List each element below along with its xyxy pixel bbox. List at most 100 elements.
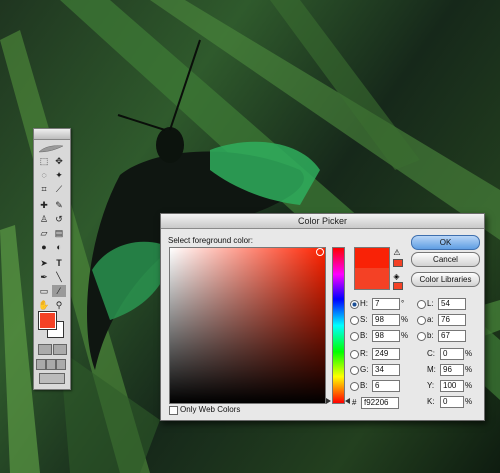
- screen-mode-full-menu-icon[interactable]: [46, 359, 56, 370]
- current-color-preview[interactable]: [354, 268, 390, 290]
- only-web-colors-label: Only Web Colors: [180, 405, 241, 414]
- saturation-label: S:: [360, 315, 368, 324]
- b-channel-label: b:: [427, 331, 434, 340]
- move-icon[interactable]: ✥: [52, 155, 66, 167]
- hex-label: #: [352, 398, 357, 407]
- blue-radio[interactable]: [350, 382, 359, 391]
- lightness-radio[interactable]: [417, 300, 426, 309]
- pen-icon[interactable]: ✒: [37, 271, 51, 283]
- green-row: G: 34: [350, 364, 410, 376]
- path-select-icon[interactable]: ➤: [37, 257, 51, 269]
- web-safe-swatch[interactable]: [393, 282, 403, 290]
- cancel-button[interactable]: Cancel: [411, 252, 480, 267]
- saturation-unit: %: [401, 315, 409, 324]
- saturation-row: S: 98 %: [350, 314, 410, 326]
- brush-icon[interactable]: ✎: [52, 199, 66, 211]
- magenta-unit: %: [465, 365, 473, 374]
- a-channel-input[interactable]: 76: [438, 314, 466, 326]
- tools-palette: ⬚ ✥ ◌ ✦ ⌗ ⟋ ✚ ✎ ♙ ↺ ▱ ▤ ● ◐ ➤ T ✒ ╲ ▭ ⁄ …: [33, 128, 71, 390]
- shape-icon[interactable]: ╲: [52, 271, 66, 283]
- red-input[interactable]: 249: [372, 348, 400, 360]
- lightness-label: L:: [427, 299, 434, 308]
- blue-input[interactable]: 6: [372, 380, 400, 392]
- crop-icon[interactable]: ⌗: [37, 183, 51, 195]
- green-label: G:: [360, 365, 369, 374]
- hue-slider-left-arrow[interactable]: [326, 398, 331, 404]
- ok-button[interactable]: OK: [411, 235, 480, 250]
- hue-radio[interactable]: [350, 300, 359, 309]
- healing-brush-icon[interactable]: ✚: [37, 199, 51, 211]
- quick-mask-icon[interactable]: [53, 344, 67, 355]
- zoom-icon[interactable]: ⚲: [52, 299, 66, 311]
- b-channel-input[interactable]: 67: [438, 330, 466, 342]
- slice-icon[interactable]: ⟋: [52, 183, 66, 195]
- red-radio[interactable]: [350, 350, 359, 359]
- dodge-icon[interactable]: ◐: [52, 241, 66, 253]
- foreground-color-swatch[interactable]: [38, 311, 57, 330]
- b-channel-row: b: 67: [417, 330, 477, 342]
- black-row: K: 0 %: [427, 396, 483, 408]
- marquee-icon[interactable]: ⬚: [37, 155, 51, 167]
- hue-input[interactable]: 7: [372, 298, 400, 310]
- lasso-icon[interactable]: ◌: [37, 169, 51, 181]
- yellow-label: Y:: [427, 381, 435, 390]
- brightness-input[interactable]: 98: [372, 330, 400, 342]
- brightness-radio[interactable]: [350, 332, 359, 341]
- green-radio[interactable]: [350, 366, 359, 375]
- type-icon[interactable]: T: [52, 257, 66, 269]
- saturation-brightness-field[interactable]: [169, 247, 326, 404]
- gamut-swatch[interactable]: [393, 259, 403, 267]
- screen-mode-full-icon[interactable]: [56, 359, 66, 370]
- cyan-label: C:: [427, 349, 435, 358]
- jump-to-imageready-icon[interactable]: [39, 373, 65, 384]
- eraser-icon[interactable]: ▱: [37, 227, 51, 239]
- select-color-prompt: Select foreground color:: [168, 236, 253, 245]
- color-picker-dialog: Color Picker Select foreground color: ⚠ …: [160, 213, 485, 421]
- green-input[interactable]: 34: [372, 364, 400, 376]
- cyan-input[interactable]: 0: [440, 348, 464, 360]
- saturation-radio[interactable]: [350, 316, 359, 325]
- screen-mode-standard-icon[interactable]: [36, 359, 46, 370]
- magenta-input[interactable]: 96: [440, 364, 464, 376]
- feather-logo-icon: [37, 141, 65, 153]
- hue-slider-right-arrow[interactable]: [345, 398, 350, 404]
- magenta-label: M:: [427, 365, 436, 374]
- only-web-colors-checkbox[interactable]: [169, 406, 178, 415]
- hue-slider[interactable]: [332, 247, 345, 404]
- a-channel-radio[interactable]: [417, 316, 426, 325]
- yellow-input[interactable]: 100: [440, 380, 464, 392]
- color-libraries-button[interactable]: Color Libraries: [411, 272, 480, 287]
- a-channel-row: a: 76: [417, 314, 477, 326]
- lightness-input[interactable]: 54: [438, 298, 466, 310]
- magenta-row: M: 96 %: [427, 364, 483, 376]
- hand-icon[interactable]: ✋: [37, 299, 51, 311]
- blue-label: B:: [360, 381, 368, 390]
- brightness-unit: %: [401, 331, 409, 340]
- not-web-safe-cube-icon[interactable]: ◈: [392, 272, 401, 281]
- hex-row: # f92206: [352, 397, 412, 409]
- saturation-input[interactable]: 98: [372, 314, 400, 326]
- hue-unit: °: [401, 299, 405, 308]
- black-input[interactable]: 0: [440, 396, 464, 408]
- b-channel-radio[interactable]: [417, 332, 426, 341]
- standard-mode-icon[interactable]: [38, 344, 52, 355]
- color-field-marker[interactable]: [316, 248, 324, 256]
- black-unit: %: [465, 397, 473, 406]
- palette-title-bar[interactable]: [34, 129, 70, 140]
- new-color-preview: [354, 247, 390, 269]
- clone-stamp-icon[interactable]: ♙: [37, 213, 51, 225]
- magic-wand-icon[interactable]: ✦: [52, 169, 66, 181]
- history-brush-icon[interactable]: ↺: [52, 213, 66, 225]
- dialog-title[interactable]: Color Picker: [161, 214, 484, 229]
- cyan-row: C: 0 %: [427, 348, 483, 360]
- gradient-icon[interactable]: ▤: [52, 227, 66, 239]
- blur-icon[interactable]: ●: [37, 241, 51, 253]
- brightness-label: B:: [360, 331, 368, 340]
- hex-input[interactable]: f92206: [361, 397, 399, 409]
- yellow-unit: %: [465, 381, 473, 390]
- out-of-gamut-warning-icon[interactable]: ⚠: [392, 248, 402, 257]
- eyedropper-icon[interactable]: ⁄: [52, 285, 66, 297]
- hue-row: H: 7 °: [350, 298, 410, 310]
- yellow-row: Y: 100 %: [427, 380, 483, 392]
- notes-icon[interactable]: ▭: [37, 285, 51, 297]
